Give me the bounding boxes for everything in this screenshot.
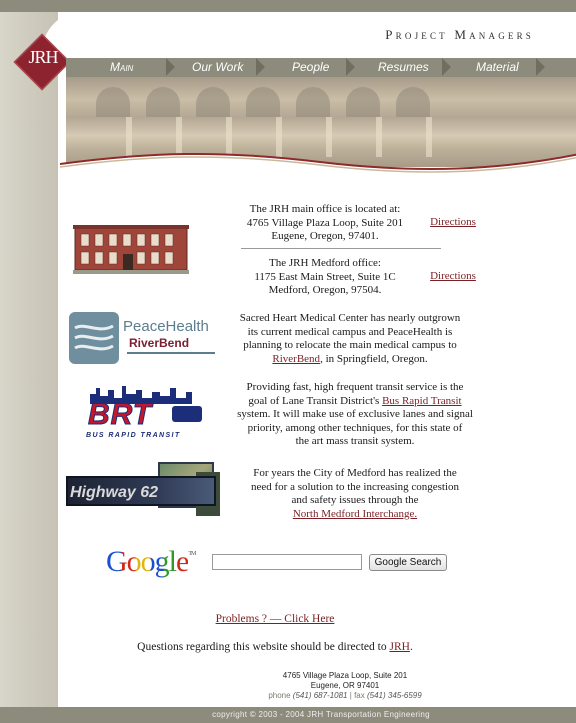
questions-post: .: [409, 641, 413, 653]
google-logo[interactable]: GoogleTM: [106, 545, 196, 579]
google-search-input[interactable]: [212, 554, 362, 570]
footer-contact: phone (541) 687-1081 | fax (541) 345-659…: [150, 691, 540, 700]
footer-separator: |: [349, 691, 352, 700]
peacehealth-line1: Sacred Heart Medical Center has nearly o…: [239, 312, 461, 324]
main-nav: Main Our Work People Resumes Material: [66, 58, 576, 77]
tagline-text: Project Managers: [385, 27, 534, 42]
medford-office-line1: The JRH Medford office:: [269, 257, 381, 269]
medford-office-text: The JRH Medford office: 1175 East Main S…: [230, 257, 420, 298]
nav-main-label: Main: [110, 60, 134, 74]
copyright: copyright © 2003 - 2004 JRH Transportati…: [212, 710, 430, 719]
nav-separator: [166, 58, 175, 76]
nav-separator: [536, 58, 545, 76]
peacehealth-logo-line2: RiverBend: [129, 336, 190, 350]
nav-resumes-label: Resumes: [378, 60, 429, 74]
problems-link[interactable]: Problems ? — Click Here: [150, 613, 400, 627]
footer-address-line1: 4765 Village Plaza Loop, Suite 201: [282, 671, 408, 680]
brt-line5: the art mass transit system.: [295, 435, 415, 447]
nav-separator: [346, 58, 355, 76]
nav-people-label: People: [292, 60, 330, 74]
highway-line1: For years the City of Medford has realiz…: [253, 467, 457, 479]
highway-62-logo[interactable]: Highway 62: [66, 462, 222, 520]
nav-material-label: Material: [476, 60, 519, 74]
medford-office-directions-link[interactable]: Directions: [426, 270, 480, 284]
main-office-directions-link[interactable]: Directions: [426, 216, 480, 230]
peacehealth-logo-line1: PeaceHealth: [123, 318, 209, 335]
footer-fax-label: fax: [354, 691, 365, 700]
peacehealth-line3: planning to relocate the main medical ca…: [243, 339, 457, 351]
north-medford-interchange-link[interactable]: North Medford Interchange.: [293, 508, 417, 520]
medford-office-line2: 1175 East Main Street, Suite 1C: [254, 270, 396, 283]
jrh-contact-link[interactable]: JRH: [389, 641, 409, 653]
highway-line2: need for a solution to the increasing co…: [250, 480, 460, 493]
brt-line1: Providing fast, high frequent transit se…: [246, 381, 464, 393]
questions-pre: Questions regarding this website should …: [137, 641, 390, 653]
brt-line2: goal of Lane Transit District's Bus Rapi…: [230, 395, 480, 409]
main-office-line3: Eugene, Oregon, 97401.: [271, 230, 379, 242]
peacehealth-logo[interactable]: PeaceHealth RiverBend: [69, 312, 217, 364]
left-band: [0, 12, 58, 712]
peacehealth-line4-rest: , in Springfield, Oregon.: [320, 352, 428, 365]
top-strip: [0, 0, 576, 12]
highway-line4: North Medford Interchange.: [230, 508, 480, 522]
footer-phone: (541) 687-1081: [292, 691, 348, 700]
tagline: Project Managers: [385, 27, 534, 43]
nav-our-work-label: Our Work: [192, 60, 244, 74]
nav-separator: [442, 58, 451, 76]
banner-wave: [60, 152, 576, 178]
riverbend-link[interactable]: RiverBend: [272, 353, 320, 365]
footer-phone-label: phone: [268, 691, 291, 700]
peacehealth-text: Sacred Heart Medical Center has nearly o…: [230, 312, 470, 366]
bus-rapid-transit-link[interactable]: Bus Rapid Transit: [382, 395, 461, 407]
brt-line4: priority, among other techniques, for th…: [247, 421, 463, 434]
main-office-line1: The JRH main office is located at:: [249, 203, 401, 215]
footer-address-line2: Eugene, OR 97401: [310, 681, 380, 690]
medford-office-line3: Medford, Oregon, 97504.: [268, 284, 382, 296]
brt-text: Providing fast, high frequent transit se…: [230, 381, 480, 449]
footer-fax: (541) 345-6599: [366, 691, 422, 700]
office-divider: [241, 248, 441, 249]
main-office-line2: 4765 Village Plaza Loop, Suite 201: [246, 216, 404, 229]
peacehealth-line2: its current medical campus and PeaceHeal…: [247, 325, 453, 338]
brt-logo[interactable]: BRT BUS RAPID TRANSIT: [80, 384, 210, 444]
brt-logo-sub: BUS RAPID TRANSIT: [86, 432, 181, 439]
peacehealth-line4: RiverBend, in Springfield, Oregon.: [230, 353, 470, 367]
google-logo-text: Google: [106, 545, 189, 578]
highway-line3: and safety issues through the: [291, 494, 419, 506]
google-trademark: TM: [188, 551, 196, 557]
nav-separator: [256, 58, 265, 76]
brt-logo-text: BRT: [87, 398, 153, 432]
highway-logo-text: Highway 62: [70, 484, 159, 501]
nav-main[interactable]: Main: [110, 58, 170, 77]
brt-line2-pre: goal of Lane Transit District's: [248, 394, 383, 407]
google-search-button[interactable]: Google Search: [369, 554, 447, 571]
jrh-logo-text: JRH: [28, 47, 58, 67]
office-building-image: [73, 225, 189, 274]
questions-text: Questions regarding this website should …: [90, 641, 460, 655]
brt-line3: system. It will make use of exclusive la…: [237, 408, 473, 420]
highway-text: For years the City of Medford has realiz…: [230, 467, 480, 521]
peacehealth-underline: [127, 352, 215, 354]
main-office-text: The JRH main office is located at: 4765 …: [230, 203, 420, 244]
peacehealth-dove-icon: [69, 312, 119, 364]
brt-bus-icon: [172, 406, 202, 422]
